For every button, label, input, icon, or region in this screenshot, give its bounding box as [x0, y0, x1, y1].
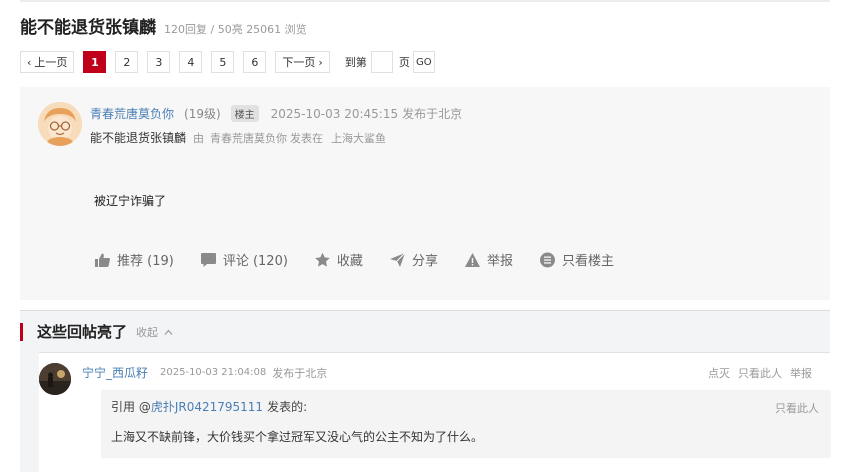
- comment-icon: [200, 252, 216, 267]
- next-page-label: 下一页: [282, 56, 316, 69]
- author-avatar[interactable]: [38, 102, 82, 146]
- post-author-line: 青春荒唐莫负你 (19级) 楼主 2025-10-03 20:45:15 发布于…: [90, 105, 462, 122]
- recommend-button[interactable]: 推荐 (19): [94, 250, 174, 269]
- page-2-button[interactable]: 2: [115, 51, 139, 73]
- quote-prefix: 引用 @: [111, 400, 151, 414]
- dislike-button[interactable]: 点灭: [708, 365, 730, 381]
- post-subtitle: 能不能退货张镇麟: [90, 131, 187, 145]
- chevron-up-icon: [164, 329, 172, 335]
- reply-location: 发布于北京: [272, 366, 328, 380]
- prev-page-button[interactable]: ‹ 上一页: [20, 51, 75, 73]
- share-button[interactable]: 分享: [389, 250, 438, 269]
- post-by-label: 由: [193, 131, 205, 145]
- reply-author-line: 宁宁_西瓜籽 2025-10-03 21:04:08 发布于北京: [82, 364, 327, 381]
- reply-time: 2025-10-03 21:04:08: [160, 367, 267, 378]
- top-divider: [20, 0, 830, 2]
- comment-button[interactable]: 评论 (120): [200, 250, 288, 269]
- goto-page-suffix: 页: [398, 56, 410, 69]
- author-level: (19级): [184, 107, 221, 121]
- reply-author-link[interactable]: 宁宁_西瓜籽: [82, 364, 148, 381]
- warning-icon: [464, 252, 480, 267]
- star-icon: [315, 252, 330, 267]
- thread-stats: 120回复 / 50亮 25061 浏览: [164, 23, 307, 36]
- goto-page-input[interactable]: [370, 51, 393, 73]
- only-op-label: 只看楼主: [561, 254, 614, 269]
- pagination: ‹ 上一页 1 2 3 4 5 6 下一页 › 到第 页 GO: [20, 51, 435, 73]
- post-subline: 能不能退货张镇麟 由 青春荒唐莫负你 发表在 上海大鲨鱼: [90, 129, 386, 146]
- page-6-button[interactable]: 6: [243, 51, 267, 73]
- quote-header: 引用 @ 虎扑JR0421795111 发表的:: [111, 398, 307, 415]
- reply-report-button[interactable]: 举报: [790, 365, 812, 381]
- chevron-right-icon: ›: [318, 55, 323, 69]
- page-3-button[interactable]: 3: [147, 51, 171, 73]
- quote-block: 引用 @ 虎扑JR0421795111 发表的: 只看此人 上海又不缺前锋，大价…: [101, 390, 831, 458]
- prev-page-label: 上一页: [34, 56, 68, 69]
- thumbs-up-icon: [95, 253, 110, 267]
- quote-user-link[interactable]: 虎扑JR0421795111: [151, 398, 263, 415]
- collapse-label: 收起: [136, 325, 159, 339]
- only-this-user-button[interactable]: 只看此人: [738, 365, 782, 381]
- post-author-link[interactable]: 青春荒唐莫负你: [90, 105, 174, 122]
- share-label: 分享: [411, 254, 438, 269]
- comment-label: 评论 (120): [222, 254, 288, 269]
- reply-avatar[interactable]: [39, 363, 71, 395]
- only-op-button[interactable]: 只看楼主: [539, 250, 614, 269]
- next-page-button[interactable]: 下一页 ›: [275, 51, 330, 73]
- quote-said: 发表的:: [267, 400, 308, 414]
- report-button[interactable]: 举报: [464, 250, 513, 269]
- page-5-button[interactable]: 5: [211, 51, 235, 73]
- hot-replies-header: 这些回帖亮了 收起: [20, 311, 830, 352]
- page-4-button[interactable]: 4: [179, 51, 203, 73]
- post-content: 被辽宁诈骗了: [94, 194, 167, 208]
- go-button[interactable]: GO: [412, 51, 435, 73]
- hot-replies-section: 这些回帖亮了 收起 宁宁_西瓜籽 2025-10-03 21:04:08 发布于…: [20, 310, 831, 472]
- page-1-button[interactable]: 1: [83, 51, 107, 73]
- post-subauthor-link[interactable]: 青春荒唐莫负你: [210, 130, 287, 146]
- recommend-label: 推荐 (19): [117, 254, 174, 269]
- share-icon: [389, 252, 406, 267]
- hot-replies-title: 这些回帖亮了: [37, 323, 128, 341]
- chevron-left-icon: ‹: [27, 55, 32, 69]
- section-accent-bar: [20, 322, 23, 341]
- reply-actions: 点灭 只看此人 举报: [700, 365, 812, 381]
- report-label: 举报: [486, 254, 513, 269]
- thread-title: 能不能退货张镇麟: [20, 18, 156, 38]
- only-op-icon: [539, 252, 555, 267]
- board-link[interactable]: 上海大鲨鱼: [331, 130, 386, 146]
- favorite-label: 收藏: [336, 254, 363, 269]
- original-post: 青春荒唐莫负你 (19级) 楼主 2025-10-03 20:45:15 发布于…: [20, 87, 830, 300]
- op-badge: 楼主: [230, 105, 259, 122]
- favorite-button[interactable]: 收藏: [314, 250, 363, 269]
- reply-item: 宁宁_西瓜籽 2025-10-03 21:04:08 发布于北京 点灭 只看此人…: [39, 352, 831, 472]
- collapse-toggle[interactable]: 收起: [136, 324, 173, 340]
- quote-only-user-button[interactable]: 只看此人: [775, 400, 819, 416]
- post-time: 2025-10-03 20:45:15: [270, 106, 399, 121]
- quote-text: 上海又不缺前锋，大价钱买个拿过冠军又没心气的公主不知为了什么。: [111, 430, 484, 444]
- post-in-label: 发表在: [290, 131, 324, 145]
- post-location: 发布于北京: [402, 107, 463, 121]
- thread-header: 能不能退货张镇麟 120回复 / 50亮 25061 浏览: [20, 13, 307, 38]
- goto-label: 到第: [344, 56, 367, 69]
- post-actions: 推荐 (19) 评论 (120) 收藏 分享 举报 只看楼主: [94, 250, 640, 269]
